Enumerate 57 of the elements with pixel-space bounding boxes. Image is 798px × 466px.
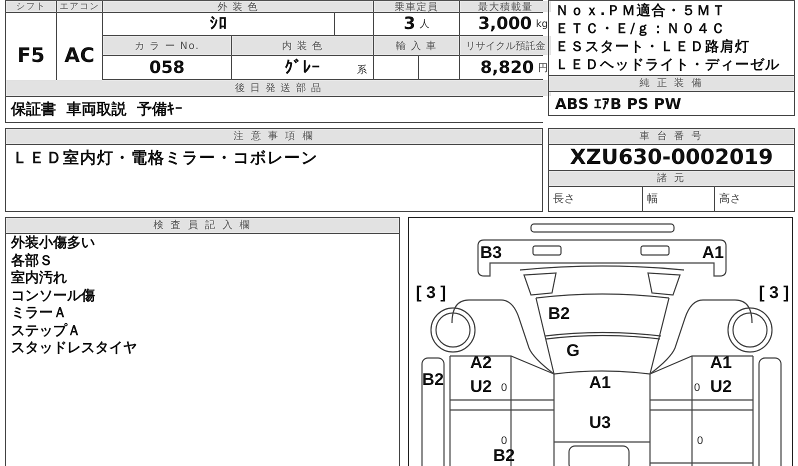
inspector-note: ステップＡ: [11, 322, 82, 340]
inspector-note: コンソール傷: [11, 288, 96, 305]
inspector-note: 外装小傷多い: [11, 235, 96, 252]
capacity-value: 3 人: [374, 13, 459, 35]
section-header: 注 意 事 項 欄: [6, 129, 542, 145]
column-header: エアコン: [57, 1, 102, 12]
interior-color-value: ｸﾞﾚｰ: [284, 58, 320, 78]
damage-code: B3: [480, 243, 502, 262]
suffix-label: 系: [357, 64, 367, 77]
equipment-text: ABS ｴｱB PS PW: [554, 94, 682, 115]
column-header: 最大積載量: [460, 1, 551, 12]
notes-text: ＬＥＤ室内灯・電格ミラー・コボレーン: [11, 147, 319, 169]
feature-line: ＬＥＤヘッドライト・ディーゼル: [555, 56, 781, 74]
damage-code: U2: [470, 377, 492, 396]
section-header: 純 正 装 備: [549, 75, 794, 92]
damage-code: G: [566, 341, 580, 360]
column-header: 内 装 色: [232, 36, 373, 55]
section-header: 車 台 番 号: [549, 129, 794, 145]
spec-label: 高さ: [714, 187, 794, 211]
damage-code: [ 3 ]: [416, 283, 446, 302]
damage-code: A1: [702, 243, 724, 262]
damage-code: 0: [500, 382, 508, 394]
damage-code: A1: [710, 353, 732, 372]
feature-line: ＥＴＣ・Ｅ/ｇ：Ｎ０４Ｃ: [555, 20, 728, 38]
unit-label: kg: [536, 18, 548, 30]
spec-label: 幅: [642, 187, 714, 211]
feature-line: Ｎｏｘ.ＰＭ適合・５ＭＴ: [555, 2, 728, 20]
column-header: 外 装 色: [103, 1, 373, 12]
inspector-note: ミラーＡ: [11, 305, 68, 322]
column-header: 輸 入 車: [374, 36, 459, 55]
damage-code: U2: [710, 377, 732, 396]
chassis-number: XZU630-0002019: [568, 145, 774, 170]
damage-code: A1: [589, 373, 611, 392]
damage-code: B2: [548, 304, 570, 323]
damage-code: [ 3 ]: [758, 283, 790, 302]
damage-code: 0: [696, 435, 704, 447]
inspector-note: 各部Ｓ: [11, 252, 54, 270]
column-header: リサイクル預託金: [460, 36, 551, 55]
column-header: 乗車定員: [374, 1, 459, 12]
damage-code: 0: [694, 382, 700, 394]
section-header: 後 日 発 送 部 品: [6, 80, 551, 96]
damage-code: 0: [500, 435, 508, 447]
section-header: 諸 元: [549, 170, 794, 187]
damage-code: A2: [470, 353, 492, 372]
color-number-value: 058: [103, 56, 231, 79]
column-header: カ ラ ー No.: [103, 36, 231, 55]
damage-code: B2: [422, 370, 444, 389]
inspector-note: 室内汚れ: [11, 270, 68, 288]
inspector-note: スタッドレスタイヤ: [11, 340, 138, 358]
unit-label: 円: [538, 62, 548, 74]
unit-label: 人: [419, 18, 430, 31]
column-header: シフト: [6, 1, 56, 12]
section-header: 検 査 員 記 入 欄: [6, 218, 399, 234]
spec-label: 長さ: [552, 191, 576, 207]
exterior-color-value: ｼﾛ: [103, 13, 334, 35]
feature-line: ＥＳスタート・ＬＥＤ路肩灯: [555, 38, 751, 56]
damage-code: U3: [589, 413, 611, 432]
